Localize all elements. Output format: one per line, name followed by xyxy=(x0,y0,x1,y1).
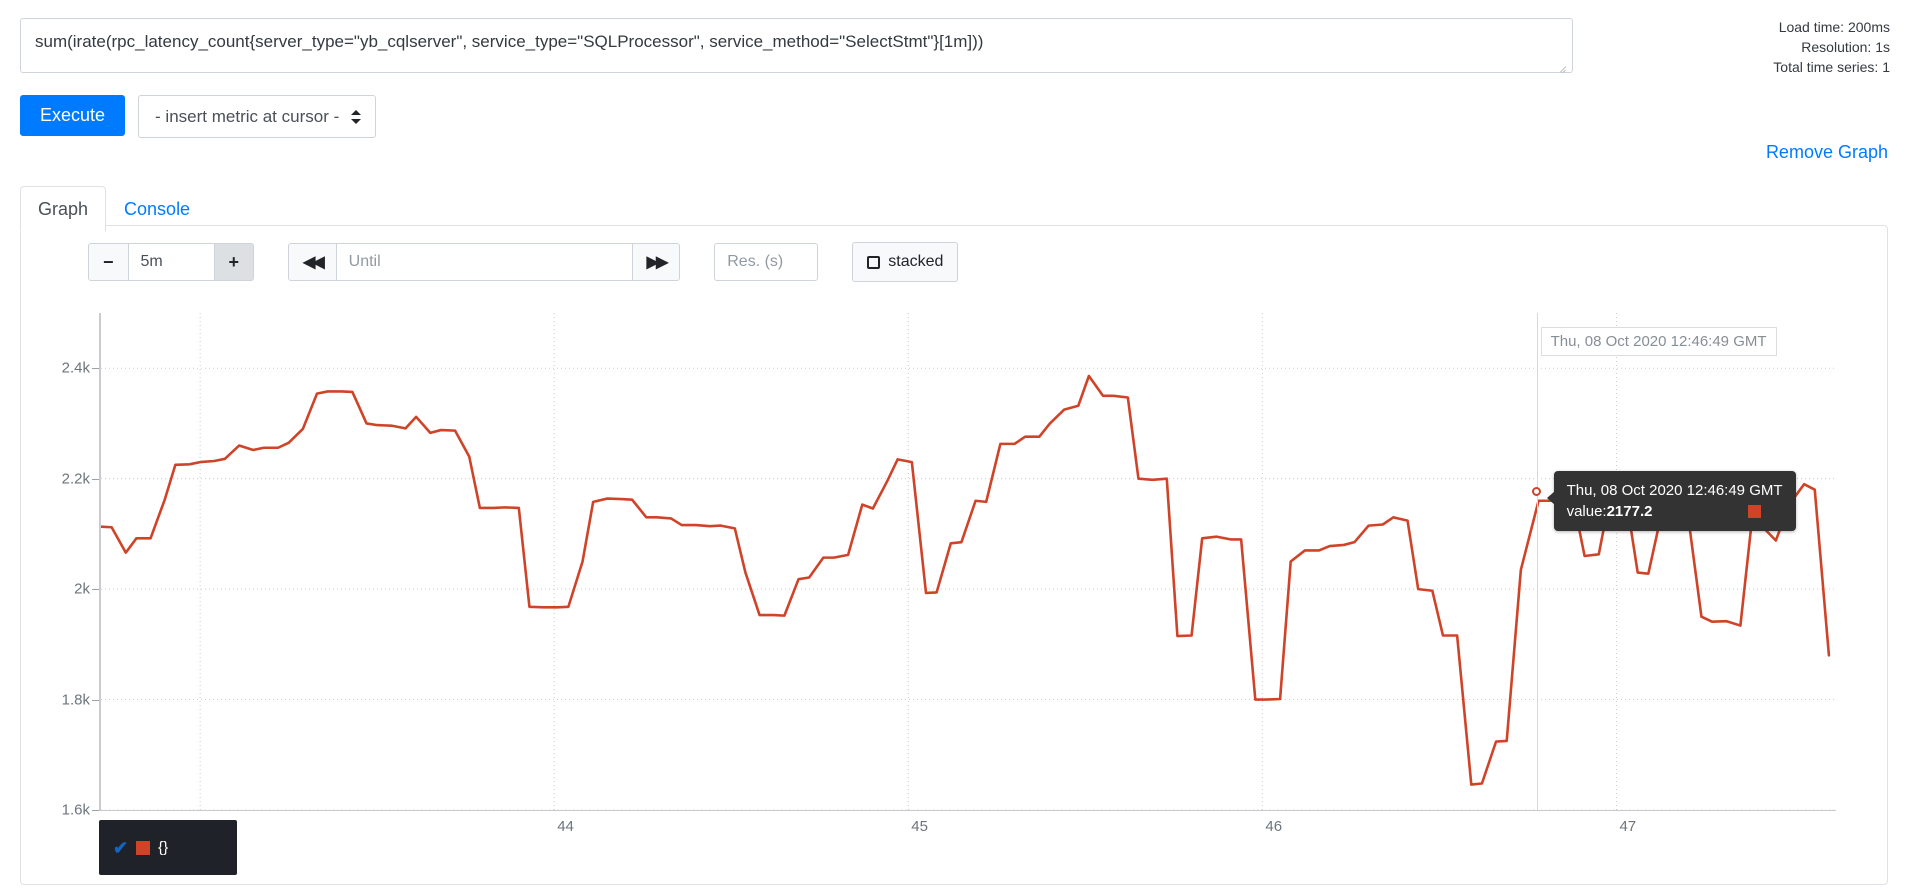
total-series-text: Total time series: 1 xyxy=(1773,57,1890,77)
tooltip-value-prefix: value: xyxy=(1567,501,1607,522)
legend-series-label: {} xyxy=(158,839,168,856)
y-tick-label: 2k xyxy=(74,581,90,598)
step-backward-glyph: ◀◀ xyxy=(303,252,322,272)
legend-series-swatch xyxy=(136,841,150,855)
hover-date-label: Thu, 08 Oct 2020 12:46:49 GMT xyxy=(1541,327,1777,356)
range-input[interactable]: 5m xyxy=(129,243,215,281)
tooltip-value-row: value: 2177.2 xyxy=(1567,501,1783,522)
step-backward-icon[interactable]: ◀◀ xyxy=(288,243,337,281)
until-input[interactable]: Until xyxy=(337,243,633,281)
x-tick-label: 45 xyxy=(911,818,928,835)
chevron-updown-icon xyxy=(351,108,362,126)
graph-tabs: Graph Console xyxy=(20,185,208,231)
y-tick-mark xyxy=(92,700,99,701)
execute-row: Execute - insert metric at cursor - xyxy=(20,95,376,138)
range-increase-button[interactable]: + xyxy=(215,243,255,281)
hover-crosshair xyxy=(1537,313,1538,810)
insert-metric-select-value: - insert metric at cursor - xyxy=(155,107,339,126)
range-group: − 5m + xyxy=(88,243,254,281)
query-expression-input[interactable]: sum(irate(rpc_latency_count{server_type=… xyxy=(20,18,1573,73)
expression-row: sum(irate(rpc_latency_count{server_type=… xyxy=(0,0,1908,92)
y-tick-mark xyxy=(92,479,99,480)
insert-metric-select[interactable]: - insert metric at cursor - xyxy=(138,95,376,138)
query-meta: Load time: 200ms Resolution: 1s Total ti… xyxy=(1773,17,1890,77)
y-tick-mark xyxy=(92,589,99,590)
step-forward-icon[interactable]: ▶▶ xyxy=(633,243,681,281)
range-decrease-button[interactable]: − xyxy=(88,243,129,281)
graph-legend[interactable]: ✔ {} xyxy=(99,820,237,875)
y-tick-label: 2.2k xyxy=(62,470,90,487)
stacked-label: stacked xyxy=(888,253,943,271)
resolution-text: Resolution: 1s xyxy=(1773,37,1890,57)
y-tick-mark xyxy=(92,368,99,369)
x-axis-line xyxy=(99,810,1836,811)
prometheus-graph-page: sum(irate(rpc_latency_count{server_type=… xyxy=(0,0,1908,895)
remove-graph-link[interactable]: Remove Graph xyxy=(1766,142,1888,163)
y-tick-mark xyxy=(92,810,99,811)
until-group: ◀◀ Until ▶▶ xyxy=(288,243,680,281)
y-tick-label: 1.8k xyxy=(62,691,90,708)
checkbox-icon[interactable] xyxy=(867,256,880,269)
stacked-toggle[interactable]: stacked xyxy=(852,242,958,282)
load-time-text: Load time: 200ms xyxy=(1773,17,1890,37)
graph-area: 1.6k1.8k2k2.2k2.4k 4344454647 Thu, 08 Oc… xyxy=(99,313,1836,810)
execute-button[interactable]: Execute xyxy=(20,95,125,136)
graph-tooltip: Thu, 08 Oct 2020 12:46:49 GMT value: 217… xyxy=(1554,471,1796,531)
y-axis-ticks: 1.6k1.8k2k2.2k2.4k xyxy=(99,313,1836,810)
tooltip-arrow-icon xyxy=(1547,491,1555,505)
hover-point-marker xyxy=(1532,487,1541,496)
step-forward-glyph: ▶▶ xyxy=(647,252,666,272)
tooltip-value: 2177.2 xyxy=(1607,501,1653,522)
y-tick-label: 2.4k xyxy=(62,360,90,377)
tab-console[interactable]: Console xyxy=(106,186,208,232)
x-tick-label: 46 xyxy=(1265,818,1282,835)
tab-graph[interactable]: Graph xyxy=(20,186,106,232)
check-icon[interactable]: ✔ xyxy=(113,839,128,857)
x-tick-label: 47 xyxy=(1619,818,1636,835)
tooltip-date: Thu, 08 Oct 2020 12:46:49 GMT xyxy=(1567,480,1783,501)
y-tick-label: 1.6k xyxy=(62,802,90,819)
tooltip-series-swatch xyxy=(1748,505,1761,518)
x-tick-label: 44 xyxy=(557,818,574,835)
resolution-input[interactable]: Res. (s) xyxy=(714,243,818,281)
graph-controls: − 5m + ◀◀ Until ▶▶ Res. (s) stacked xyxy=(88,242,958,282)
